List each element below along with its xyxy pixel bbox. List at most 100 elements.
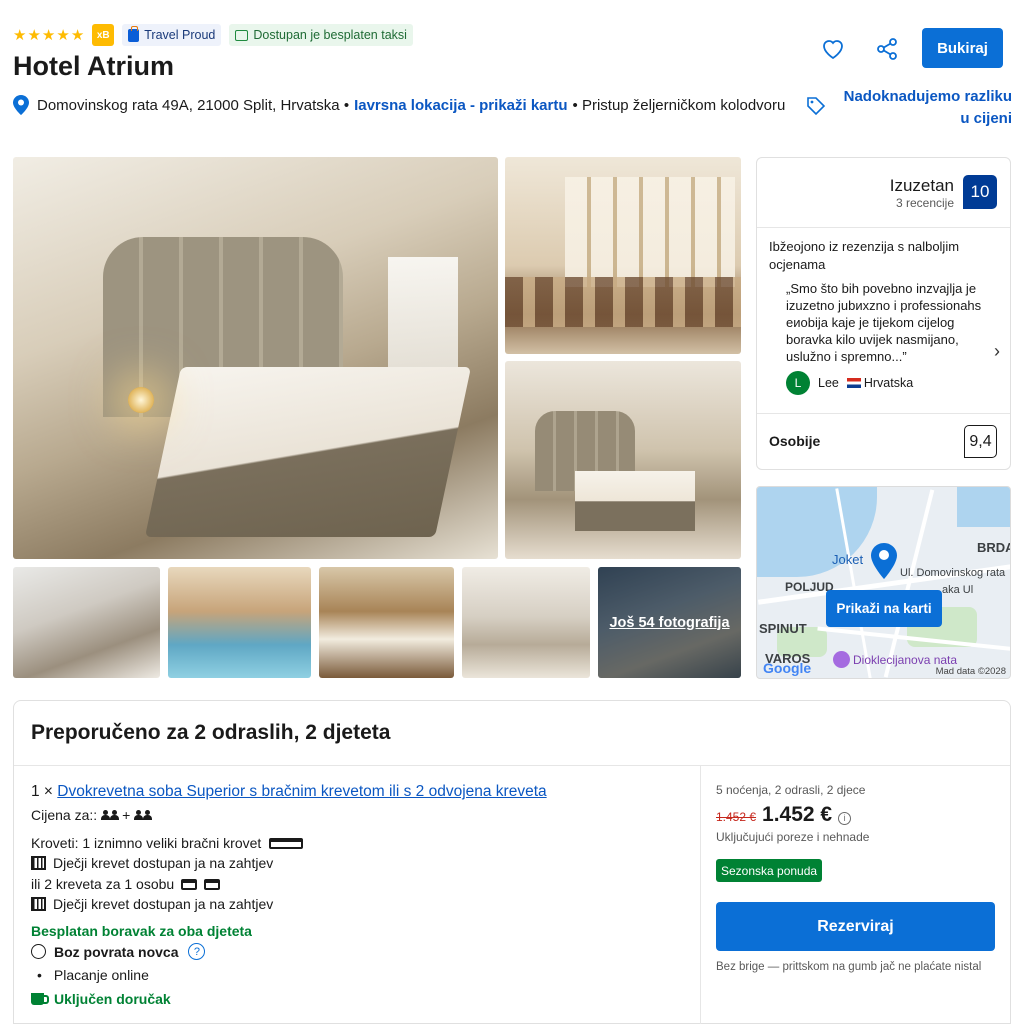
avatar: L (786, 371, 810, 395)
question-icon[interactable]: ? (188, 943, 206, 960)
plus-sign: + (122, 807, 131, 823)
review-intro: Ibžeojono iz rezenzija s nalboljim ocjen… (769, 239, 960, 272)
seasonal-offer-badge: Sezonska ponuda (716, 859, 823, 882)
price-for-label: Cijena za:: (31, 807, 98, 823)
address-text: Domovinskog rata 49A, 21000 Split, Hrvat… (37, 96, 340, 114)
double-bed-icon (269, 837, 304, 849)
share-icon[interactable] (874, 36, 900, 62)
coffee-cup-icon (31, 993, 49, 1005)
beds-text-1: Kroveti: 1 iznimno veliki bračni krovet (31, 835, 262, 851)
heart-icon[interactable] (820, 36, 846, 62)
staff-score-row: Osobije 9,4 (757, 413, 1010, 470)
thumb-bathroom[interactable] (13, 567, 160, 678)
crib-row-1: Dječji krevet dostupan ja na zahtjev (31, 855, 273, 871)
pay-online-row: • Placanje online (37, 967, 149, 983)
book-button[interactable]: Bukiraj (922, 28, 1003, 68)
thumb-room[interactable] (462, 567, 590, 678)
photo-restaurant[interactable] (505, 157, 741, 354)
pay-online-text: Placanje online (53, 967, 149, 983)
poi-icon (833, 651, 850, 668)
reserve-footnote: Bez brige — prittskom na gumb jač ne pla… (716, 961, 982, 973)
star-icon: ★ (56, 27, 70, 44)
croatia-flag-icon (846, 378, 861, 388)
recommendation-title: Preporučeno za 2 odraslih, 2 djeteta (31, 721, 391, 744)
review-quote: „Smo što bih povebno inzvajlja je izuzet… (786, 281, 982, 364)
policy-icon (31, 944, 46, 959)
stay-summary: 5 noćenja, 2 odrasli, 2 djece (716, 783, 866, 797)
reserve-button[interactable]: Rezerviraj (716, 902, 995, 951)
crib-text-2: Dječji krevet dostupan ja na zahtjev (53, 896, 274, 912)
two-adults-icon (101, 810, 120, 820)
reviewer-country: Hrvatska (863, 376, 914, 390)
crib-icon (31, 897, 46, 911)
star-icon: ★ (41, 27, 56, 44)
map-label-street2: aka Ul (942, 584, 974, 596)
two-children-icon (134, 810, 153, 820)
beds-text-2: ili 2 kreveta za 1 osobu (31, 876, 175, 892)
thumb-more-photos[interactable]: Još 54 fotografija (598, 567, 741, 678)
hotel-title: Hotel Atrium (13, 51, 174, 81)
refund-row: Boz povrata novca ? (31, 943, 206, 960)
taxes-note: Uključujući poreze i nehnade (716, 830, 870, 844)
price-for-row: Cijena za:: + (31, 807, 153, 823)
reviewer: L Lee Hrvatska (786, 371, 913, 395)
map-water (957, 487, 1010, 527)
kids-free-text: Besplatan boravak za oba djeteta (31, 923, 252, 939)
recommendation-panel: Preporučeno za 2 odraslih, 2 djeteta 1 ×… (13, 700, 1011, 1024)
review-header[interactable]: Izuzetan 3 recencije 10 (757, 158, 1010, 228)
breakfast-text: Uključen doručak (54, 991, 171, 1007)
star-rating: ★ ★ ★ ★ ★ (13, 26, 84, 44)
price-match[interactable]: Nadoknadujemo razliku u cijeni (806, 86, 1012, 130)
star-icon: ★ (70, 27, 85, 44)
price-match-label: Nadoknadujemo razliku u cijeni (843, 88, 1012, 127)
thumb-bar[interactable] (319, 567, 454, 678)
review-score: 10 (963, 175, 997, 209)
map-label-street: Ul. Domovinskog rata (900, 567, 1006, 579)
taxi-icon (235, 29, 249, 41)
divider (14, 765, 1010, 766)
current-price: 1.452 € (762, 803, 833, 826)
show-map-link[interactable]: Iavrsna lokacija - prikaži kartu (354, 97, 567, 114)
show-on-map-button[interactable]: Prikaži na karti (826, 590, 942, 627)
map-pin-icon (871, 543, 897, 579)
taxi-badge: Dostupan je besplaten taksi (229, 24, 413, 46)
suitcase-icon (128, 25, 140, 42)
room-name-link[interactable]: Dvokrevetna soba Superior s bračnim krev… (57, 783, 546, 800)
header-badges: ★ ★ ★ ★ ★ xB Travel Proud Dostupan je bespla… (13, 24, 413, 46)
map-label-joket: Joket (832, 552, 864, 567)
old-price: 1.452 € (716, 810, 757, 824)
address-line: Domovinskog rata 49A, 21000 Split, Hrvat… (13, 95, 785, 115)
map-data-credit: Mad data ©2028 (935, 666, 1006, 677)
poi-label: Dioklecijanova nata (853, 652, 958, 667)
chevron-right-icon[interactable]: › (994, 341, 1000, 362)
rating-badge: xB (92, 24, 115, 46)
single-bed-icon (181, 878, 198, 890)
single-bed-icon (204, 878, 221, 890)
thumb-pool[interactable] (168, 567, 311, 678)
review-count: 3 recencije (895, 196, 954, 210)
header-actions (820, 36, 900, 62)
location-pin-icon (13, 95, 29, 115)
beds-row-1: Kroveti: 1 iznimno veliki bračni krovet (31, 835, 304, 851)
room-line: 1 × Dvokrevetna soba Superior s bračnim … (31, 783, 547, 801)
taxi-label: Dostupan je besplaten taksi (253, 28, 407, 42)
travel-proud-badge[interactable]: Travel Proud (122, 24, 222, 46)
price-tag-icon (807, 97, 826, 116)
room-count: 1 × (31, 783, 53, 800)
photo-bedroom-2[interactable] (505, 361, 741, 559)
star-icon: ★ (27, 27, 41, 44)
staff-label: Osobije (769, 433, 821, 449)
info-icon[interactable]: i (838, 811, 852, 825)
station-text: Pristup željerničkom kolodvoru (581, 96, 786, 114)
map-preview[interactable]: Joket BRDA Ul. Domovinskog rata aka Ul P… (756, 486, 1011, 679)
crib-icon (31, 856, 46, 870)
review-label: Izuzetan (889, 176, 954, 195)
crib-row-2: Dječji krevet dostupan ja na zahtjev (31, 896, 273, 912)
google-logo: Google (763, 660, 812, 676)
price-row: 1.452 € 1.452 € i (716, 803, 852, 827)
main-photo-bedroom[interactable] (13, 157, 498, 559)
crib-text-1: Dječji krevet dostupan ja na zahtjev (53, 855, 274, 871)
star-icon: ★ (13, 27, 27, 44)
more-photos-label[interactable]: Još 54 fotografija (598, 567, 741, 678)
staff-score: 9,4 (964, 425, 997, 458)
